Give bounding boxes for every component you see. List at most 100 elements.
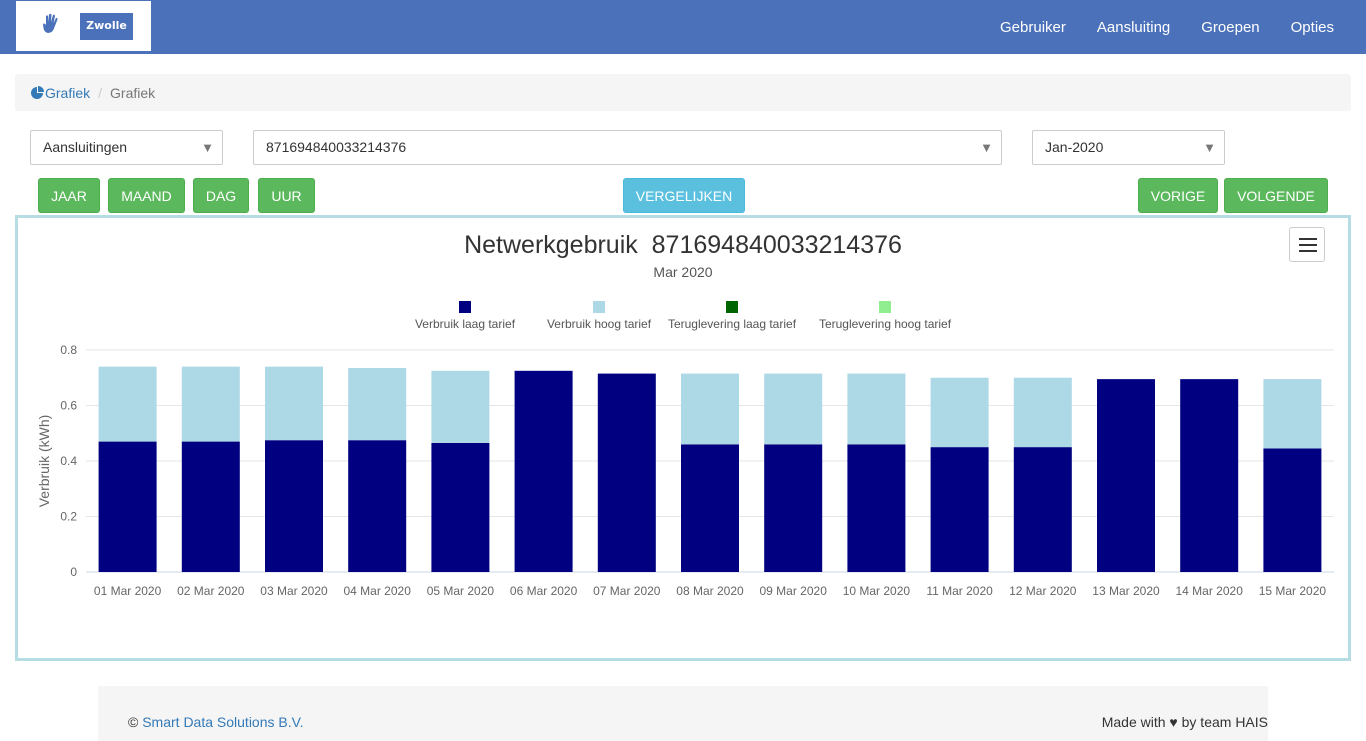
nav-link-groepen[interactable]: Groepen <box>1201 19 1259 36</box>
chart-subtitle: Mar 2020 <box>653 264 712 280</box>
connection-select-value: 871694840033214376 <box>266 139 407 155</box>
nav-link-aansluiting[interactable]: Aansluiting <box>1097 19 1170 36</box>
chart-panel: Netwerkgebruik 871694840033214376 Mar 202… <box>15 215 1351 661</box>
bar-segment <box>1097 379 1155 572</box>
logo[interactable]: Zwolle <box>16 1 151 51</box>
bar-segment <box>1263 448 1322 572</box>
uur-button[interactable]: UUR <box>258 178 315 213</box>
nav-links: Gebruiker Aansluiting Groepen Opties <box>969 0 1334 54</box>
breadcrumb-separator: / <box>98 84 103 101</box>
bar-segment <box>1013 377 1072 448</box>
y-tick-label: 0.4 <box>60 454 77 468</box>
bar-segment <box>431 370 490 443</box>
bar-segment <box>98 441 157 572</box>
footer-copyright: © Smart Data Solutions B.V. <box>128 714 304 730</box>
volgende-button[interactable]: VOLGENDE <box>1224 178 1328 213</box>
bar-segment <box>1180 379 1239 572</box>
bar-segment <box>514 370 573 572</box>
connection-select[interactable]: 871694840033214376 ▼ <box>253 130 1002 165</box>
company-link[interactable]: Smart Data Solutions B.V. <box>142 714 303 730</box>
bar-segment <box>181 441 240 572</box>
x-tick-label: 11 Mar 2020 <box>926 584 993 598</box>
bar-segment <box>847 373 906 445</box>
bar-segment <box>597 373 656 572</box>
logo-label: Zwolle <box>80 13 133 40</box>
chart-title: Netwerkgebruik 871694840033214376 <box>464 231 902 259</box>
legend-swatch <box>879 301 891 313</box>
x-tick-label: 01 Mar 2020 <box>94 584 162 598</box>
menu-icon-line <box>1299 244 1317 246</box>
breadcrumb: Grafiek / Grafiek <box>15 74 1351 111</box>
x-tick-label: 05 Mar 2020 <box>427 584 495 598</box>
x-tick-label: 06 Mar 2020 <box>510 584 578 598</box>
legend-label: Teruglevering laag tarief <box>668 317 797 331</box>
bar-segment <box>764 444 823 572</box>
bar-segment <box>681 444 739 572</box>
y-tick-label: 0.2 <box>60 510 77 524</box>
menu-icon-line <box>1299 238 1317 240</box>
x-tick-label: 15 Mar 2020 <box>1259 584 1327 598</box>
bar-segment <box>764 373 823 445</box>
type-select[interactable]: Aansluitingen ▼ <box>30 130 223 165</box>
breadcrumb-active: Grafiek <box>110 84 156 101</box>
x-tick-label: 07 Mar 2020 <box>593 584 661 598</box>
legend-label: Verbruik laag tarief <box>415 317 516 331</box>
x-tick-label: 04 Mar 2020 <box>344 584 412 598</box>
bar-segment <box>265 440 323 572</box>
x-tick-label: 12 Mar 2020 <box>1009 584 1077 598</box>
vorige-button[interactable]: VORIGE <box>1138 178 1218 213</box>
navbar: Zwolle Gebruiker Aansluiting Groepen Opt… <box>0 0 1366 54</box>
legend-swatch <box>726 301 738 313</box>
x-tick-label: 14 Mar 2020 <box>1176 584 1244 598</box>
y-axis-label: Verbruik (kWh) <box>36 415 52 508</box>
caret-down-icon: ▼ <box>1203 140 1216 155</box>
bar-segment <box>930 447 989 572</box>
legend-label: Verbruik hoog tarief <box>547 317 652 331</box>
breadcrumb-link-grafiek[interactable]: Grafiek <box>45 85 90 101</box>
x-tick-label: 10 Mar 2020 <box>843 584 911 598</box>
made-with-text: Made with <box>1101 714 1166 730</box>
x-tick-label: 03 Mar 2020 <box>260 584 328 598</box>
period-select-value: Jan-2020 <box>1045 139 1104 155</box>
vergelijken-button[interactable]: VERGELIJKEN <box>623 178 745 213</box>
type-select-value: Aansluitingen <box>43 139 128 155</box>
bar-segment <box>1263 379 1322 449</box>
bar-segment <box>681 373 739 445</box>
by-team-text: by team HAIS <box>1181 714 1268 730</box>
x-tick-label: 09 Mar 2020 <box>760 584 828 598</box>
maand-button[interactable]: MAAND <box>108 178 185 213</box>
nav-link-gebruiker[interactable]: Gebruiker <box>1000 19 1066 36</box>
bar-segment <box>847 444 906 572</box>
bar-segment <box>1013 447 1072 572</box>
usage-chart: Netwerkgebruik 871694840033214376 Mar 202… <box>36 231 1334 598</box>
y-tick-label: 0.6 <box>60 399 77 413</box>
heart-icon: ♥ <box>1169 714 1178 730</box>
pie-chart-icon <box>31 85 44 99</box>
chart-menu-button[interactable] <box>1289 227 1325 262</box>
bar-segment <box>431 442 490 572</box>
period-select[interactable]: Jan-2020 ▼ <box>1032 130 1225 165</box>
bar-segment <box>181 366 240 442</box>
bar-segment <box>98 366 157 442</box>
x-tick-label: 02 Mar 2020 <box>177 584 245 598</box>
menu-icon-line <box>1299 250 1317 252</box>
bar-segment <box>265 366 323 441</box>
jaar-button[interactable]: JAAR <box>38 178 100 213</box>
bar-segment <box>348 368 407 441</box>
legend-label: Teruglevering hoog tarief <box>819 317 952 331</box>
x-tick-label: 08 Mar 2020 <box>676 584 744 598</box>
nav-link-opties[interactable]: Opties <box>1291 19 1334 36</box>
dag-button[interactable]: DAG <box>193 178 249 213</box>
footer-made-with: Made with ♥ by team HAIS <box>1102 714 1268 730</box>
copyright-symbol: © <box>128 714 139 730</box>
caret-down-icon: ▼ <box>980 140 993 155</box>
legend-swatch <box>459 301 471 313</box>
x-tick-label: 13 Mar 2020 <box>1092 584 1160 598</box>
bar-segment <box>930 377 989 448</box>
y-tick-label: 0 <box>70 565 77 579</box>
y-tick-label: 0.8 <box>60 343 77 357</box>
bar-segment <box>348 440 407 572</box>
hand-icon <box>43 13 58 33</box>
caret-down-icon: ▼ <box>201 140 214 155</box>
footer: © Smart Data Solutions B.V. Made with ♥ … <box>98 686 1268 741</box>
